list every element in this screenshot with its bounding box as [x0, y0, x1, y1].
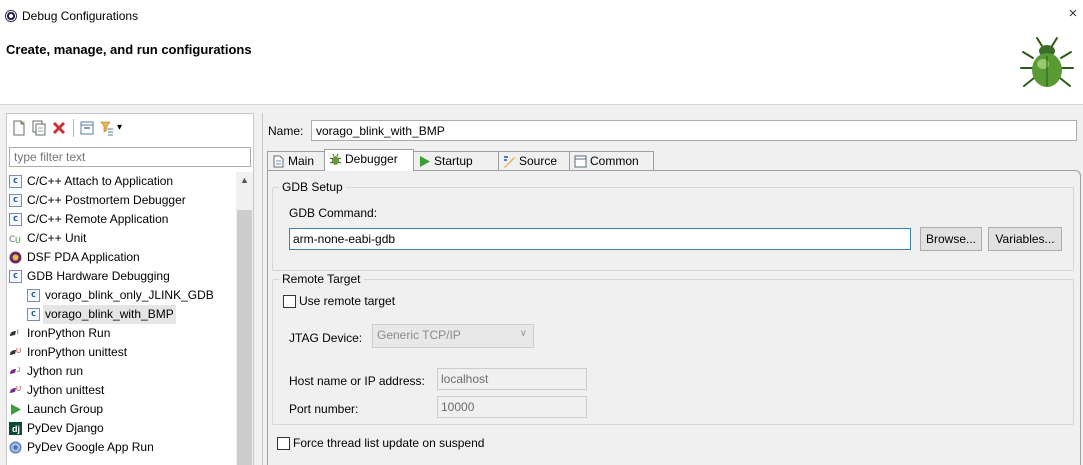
configuration-toolbar: ▾	[7, 114, 253, 142]
debugger-tab-panel: GDB Setup GDB Command: Browse... Variabl…	[267, 170, 1081, 465]
force-thread-update-label: Force thread list update on suspend	[293, 436, 485, 450]
duplicate-icon[interactable]	[31, 120, 47, 136]
filter-icon[interactable]	[99, 120, 115, 136]
c-config-icon: c	[27, 308, 40, 321]
source-tab-icon	[504, 156, 515, 168]
google-app-icon	[9, 441, 22, 454]
django-icon: dj	[9, 422, 22, 435]
c-config-icon: c	[27, 289, 40, 302]
configuration-editor: Name: Main Debugger Startup Sourc	[262, 113, 1083, 465]
ironpython-icon: I	[10, 330, 19, 336]
gdb-command-field[interactable]	[289, 228, 911, 250]
tab-source[interactable]: Source	[498, 151, 570, 171]
gdb-command-label: GDB Command:	[289, 206, 378, 220]
browse-button[interactable]: Browse...	[920, 227, 982, 251]
svg-text:I: I	[17, 330, 19, 336]
configuration-tree: c C/C++ Attach to Application c C/C++ Po…	[9, 174, 214, 454]
tree-scrollbar[interactable]: ▲	[236, 172, 253, 465]
tab-main[interactable]: Main	[267, 151, 325, 171]
pda-icon	[9, 251, 22, 264]
debug-bug-icon	[1020, 37, 1074, 87]
scrollbar-thumb[interactable]	[237, 210, 252, 465]
dialog-heading: Create, manage, and run configurations	[6, 42, 252, 57]
debugger-tab-icon	[329, 153, 342, 165]
name-label: Name:	[268, 124, 304, 138]
jtag-device-label: JTAG Device:	[289, 331, 363, 345]
svg-text:U: U	[16, 386, 21, 393]
startup-tab-icon	[420, 156, 430, 167]
port-field[interactable]	[437, 396, 587, 418]
svg-text:U: U	[16, 348, 21, 355]
c-config-icon: c	[9, 175, 22, 188]
remote-target-group: Remote Target Use remote target JTAG Dev…	[272, 272, 1074, 425]
view-menu-icon[interactable]: ▾	[117, 120, 133, 136]
toolbar-separator	[73, 119, 74, 137]
collapse-all-icon[interactable]	[79, 120, 95, 136]
use-remote-target-label: Use remote target	[299, 294, 396, 308]
use-remote-target-checkbox[interactable]	[283, 295, 296, 308]
eclipse-app-icon	[5, 10, 17, 22]
tab-startup[interactable]: Startup	[413, 151, 499, 171]
port-label: Port number:	[289, 402, 359, 416]
force-thread-update-checkbox[interactable]	[277, 437, 290, 450]
launch-group-icon	[11, 404, 21, 415]
svg-text:J: J	[17, 368, 20, 374]
new-configuration-icon[interactable]	[11, 120, 27, 136]
configuration-name-field[interactable]	[311, 120, 1077, 141]
c-config-icon: c	[9, 270, 22, 283]
c-config-icon: c	[9, 194, 22, 207]
configuration-list-pane: ▾ c C/C++ Attach to Application c C/C++ …	[6, 113, 254, 465]
variables-button[interactable]: Variables...	[988, 227, 1062, 251]
common-tab-icon	[574, 155, 587, 168]
host-label: Host name or IP address:	[289, 374, 425, 388]
filter-input[interactable]	[9, 147, 251, 167]
dialog-header: Create, manage, and run configurations	[0, 32, 1083, 104]
close-icon[interactable]: ×	[1065, 6, 1081, 22]
ironpython-unittest-icon: U	[10, 348, 21, 355]
tab-debugger[interactable]: Debugger	[324, 149, 414, 171]
main-tab-icon	[273, 155, 284, 168]
c-config-icon: c	[9, 213, 22, 226]
scroll-up-icon[interactable]: ▲	[236, 172, 253, 189]
gdb-setup-title: GDB Setup	[279, 180, 346, 194]
tab-common[interactable]: Common	[569, 151, 654, 171]
configuration-tabs: Main Debugger Startup Source Common	[267, 149, 1083, 171]
cu-unit-icon: C U	[9, 235, 21, 245]
svg-text:U: U	[15, 236, 21, 245]
window-title: Debug Configurations	[22, 9, 139, 23]
svg-text:dj: dj	[12, 424, 20, 434]
jtag-device-select[interactable]: Generic TCP/IP ∨	[372, 324, 534, 348]
chevron-down-icon: ∨	[519, 328, 527, 339]
remote-target-title: Remote Target	[279, 272, 364, 286]
title-bar: Debug Configurations ×	[0, 0, 1083, 32]
host-field[interactable]	[437, 368, 587, 390]
delete-icon[interactable]	[51, 120, 67, 136]
jython-unittest-icon: U	[10, 386, 21, 393]
jython-icon: J	[10, 368, 20, 374]
gdb-setup-group: GDB Setup GDB Command: Browse... Variabl…	[272, 180, 1074, 271]
